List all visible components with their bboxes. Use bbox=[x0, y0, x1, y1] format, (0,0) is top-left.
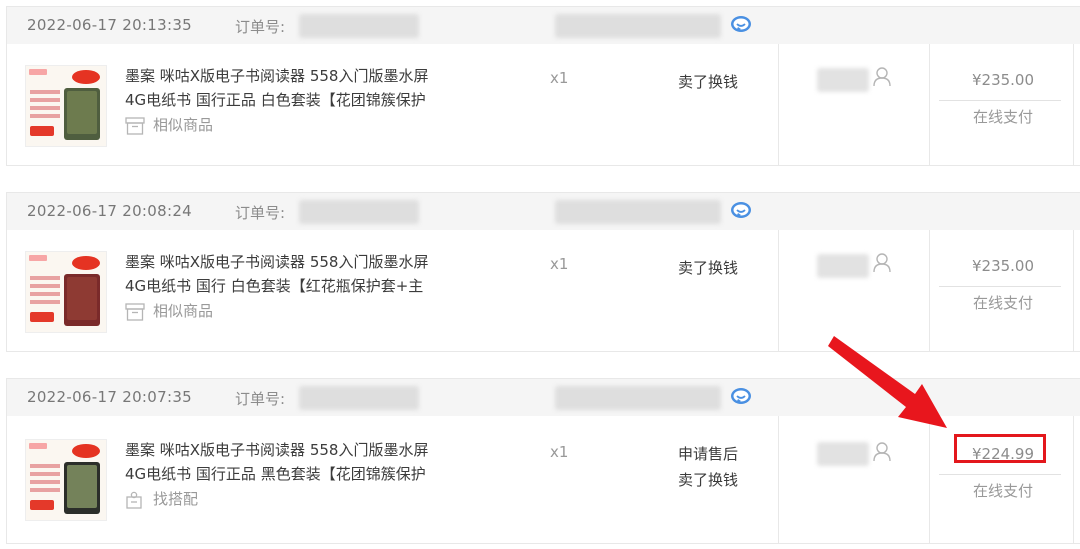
order-number-label: 订单号: bbox=[235, 390, 286, 408]
after-sales-link[interactable]: 申请售后 bbox=[678, 441, 738, 467]
find-match-link[interactable]: 找搭配 bbox=[125, 488, 198, 509]
shop-name-redacted[interactable] bbox=[555, 200, 721, 224]
box-icon bbox=[125, 116, 145, 135]
shop-name-redacted[interactable] bbox=[555, 386, 721, 410]
order-date: 2022-06-17 20:07:35 bbox=[27, 388, 193, 406]
chat-icon[interactable] bbox=[730, 15, 752, 35]
product-title[interactable]: 墨案 咪咕X版电子书阅读器 558入门版墨水屏 4G电纸书 国行 白色套装【红花… bbox=[125, 250, 455, 298]
quantity: x1 bbox=[550, 255, 569, 273]
box-icon bbox=[125, 302, 145, 321]
product-title-line1[interactable]: 墨案 咪咕X版电子书阅读器 558入门版墨水屏 bbox=[125, 64, 455, 88]
product-title-line2[interactable]: 4G电纸书 国行正品 白色套装【花团锦簇保护 bbox=[125, 88, 455, 112]
chat-icon[interactable] bbox=[730, 201, 752, 221]
order-number-redacted bbox=[299, 14, 419, 38]
match-icon bbox=[126, 491, 142, 509]
order-number-redacted bbox=[299, 386, 419, 410]
quantity: x1 bbox=[550, 69, 569, 87]
buyer-name-redacted bbox=[817, 68, 869, 92]
sell-for-cash-link[interactable]: 卖了换钱 bbox=[678, 467, 738, 493]
order-number-label: 订单号: bbox=[235, 18, 286, 36]
quantity: x1 bbox=[550, 443, 569, 461]
chat-icon[interactable] bbox=[730, 387, 752, 407]
product-title[interactable]: 墨案 咪咕X版电子书阅读器 558入门版墨水屏 4G电纸书 国行正品 黑色套装【… bbox=[125, 438, 455, 486]
buyer-name-redacted bbox=[817, 442, 869, 466]
payment-method: 在线支付 bbox=[972, 482, 1033, 500]
user-icon bbox=[873, 442, 891, 462]
order-card-2: 2022-06-17 20:08:24 订单号: 墨案 咪咕X版电子书阅读器 5… bbox=[6, 192, 1080, 352]
order-card-3: 2022-06-17 20:07:35 订单号: 墨案 咪咕X版电子书阅读器 5… bbox=[6, 378, 1080, 544]
order-date: 2022-06-17 20:13:35 bbox=[27, 16, 193, 34]
order-header: 2022-06-17 20:08:24 订单号: bbox=[7, 193, 1080, 230]
similar-products-label[interactable]: 相似商品 bbox=[153, 116, 213, 134]
order-price: ¥235.00 bbox=[971, 71, 1035, 89]
order-price: ¥224.99 bbox=[971, 445, 1035, 463]
product-title-line2[interactable]: 4G电纸书 国行 白色套装【红花瓶保护套+主 bbox=[125, 274, 455, 298]
buyer-name-redacted bbox=[817, 254, 869, 278]
payment-method: 在线支付 bbox=[972, 294, 1033, 312]
sell-for-cash-link[interactable]: 卖了换钱 bbox=[678, 255, 738, 281]
order-actions: 卖了换钱 bbox=[678, 69, 738, 95]
product-thumbnail[interactable] bbox=[25, 439, 107, 521]
shop-name-redacted[interactable] bbox=[555, 14, 721, 38]
order-number-label: 订单号: bbox=[235, 204, 286, 222]
payment-method: 在线支付 bbox=[972, 108, 1033, 126]
order-actions: 申请售后 卖了换钱 bbox=[678, 441, 738, 493]
product-title[interactable]: 墨案 咪咕X版电子书阅读器 558入门版墨水屏 4G电纸书 国行正品 白色套装【… bbox=[125, 64, 455, 112]
order-date: 2022-06-17 20:08:24 bbox=[27, 202, 193, 220]
similar-products-link[interactable]: 相似商品 bbox=[125, 114, 213, 135]
product-title-line1[interactable]: 墨案 咪咕X版电子书阅读器 558入门版墨水屏 bbox=[125, 438, 455, 462]
product-title-line2[interactable]: 4G电纸书 国行正品 黑色套装【花团锦簇保护 bbox=[125, 462, 455, 486]
order-card-1: 2022-06-17 20:13:35 订单号: 墨案 咪咕X版电子书阅读器 5… bbox=[6, 6, 1080, 166]
product-title-line1[interactable]: 墨案 咪咕X版电子书阅读器 558入门版墨水屏 bbox=[125, 250, 455, 274]
order-header: 2022-06-17 20:07:35 订单号: bbox=[7, 379, 1080, 416]
order-header: 2022-06-17 20:13:35 订单号: bbox=[7, 7, 1080, 44]
order-actions: 卖了换钱 bbox=[678, 255, 738, 281]
order-price: ¥235.00 bbox=[971, 257, 1035, 275]
find-match-label[interactable]: 找搭配 bbox=[153, 490, 198, 508]
product-thumbnail[interactable] bbox=[25, 251, 107, 333]
user-icon bbox=[873, 253, 891, 273]
similar-products-label[interactable]: 相似商品 bbox=[153, 302, 213, 320]
order-number-redacted bbox=[299, 200, 419, 224]
sell-for-cash-link[interactable]: 卖了换钱 bbox=[678, 69, 738, 95]
similar-products-link[interactable]: 相似商品 bbox=[125, 300, 213, 321]
product-thumbnail[interactable] bbox=[25, 65, 107, 147]
user-icon bbox=[873, 67, 891, 87]
